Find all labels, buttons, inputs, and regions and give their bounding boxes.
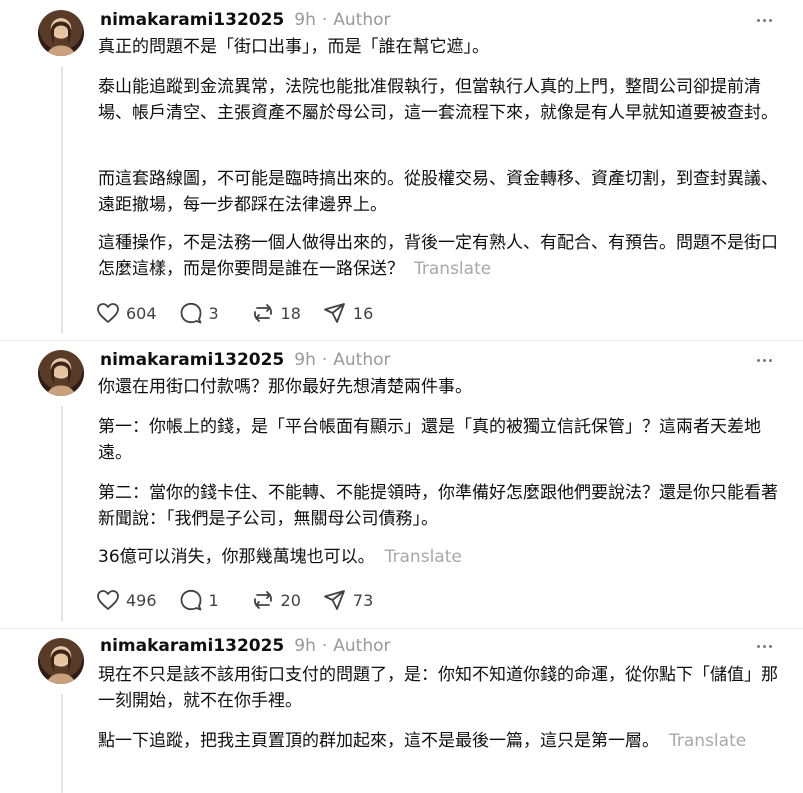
post-text-paragraph: 現在不只是該不該用街口支付的問題了，是：你知不知道你錢的命運，從你點下「儲值」那… xyxy=(98,665,778,711)
translate-link[interactable]: Translate xyxy=(414,259,491,279)
separator-dot: · xyxy=(321,10,328,30)
repost-button[interactable]: 18 xyxy=(251,302,301,324)
more-icon[interactable] xyxy=(752,350,776,370)
post-text-paragraph: 而這套路線圖，不可能是臨時搞出來的。從股權交易、資金轉移、資產切割，到查封異議、… xyxy=(98,169,778,215)
post-actions: 496 1 20 73 xyxy=(96,587,395,613)
reply-button[interactable]: 3 xyxy=(179,302,229,324)
repost-icon xyxy=(253,591,272,609)
post-text-paragraph: 泰山能追蹤到金流異常，法院也能批准假執行，但當執行人真的上門，整間公司卻提前清場… xyxy=(98,77,778,123)
thread-line xyxy=(61,66,63,334)
repost-button[interactable]: 20 xyxy=(251,589,301,611)
share-button[interactable]: 73 xyxy=(323,589,373,611)
heart-icon xyxy=(97,590,119,610)
translate-link[interactable]: Translate xyxy=(385,547,462,567)
reply-count: 1 xyxy=(208,590,219,610)
post-text: 點一下追蹤，把我主頁置頂的群加起來，這不是最後一篇，這只是第一層。 xyxy=(98,731,659,751)
repost-count: 20 xyxy=(280,590,301,610)
share-button[interactable]: 16 xyxy=(323,302,373,324)
repost-count: 18 xyxy=(280,303,301,323)
post-text-paragraph: 第一：你帳上的錢，是「平台帳面有顯示」還是「真的被獨立信託保管」？這兩者天差地遠… xyxy=(98,417,761,463)
avatar[interactable] xyxy=(38,638,84,684)
username[interactable]: nimakarami132025 xyxy=(100,10,284,30)
post-text-paragraph: 你還在用街口付款嗎？那你最好先想清楚兩件事。 xyxy=(98,377,472,397)
avatar[interactable] xyxy=(38,350,84,396)
thread-post: nimakarami132025 9h · Author 你還在用街口付款嗎？那… xyxy=(0,340,803,628)
separator-dot: · xyxy=(321,636,328,656)
repost-icon xyxy=(253,304,272,322)
reply-count: 3 xyxy=(208,303,219,323)
reply-button[interactable]: 1 xyxy=(179,589,229,611)
avatar[interactable] xyxy=(38,10,84,56)
more-icon[interactable] xyxy=(752,10,776,30)
post-time[interactable]: 9h xyxy=(294,636,316,656)
post-header: nimakarami132025 9h · Author xyxy=(100,634,391,658)
author-badge: Author xyxy=(333,10,391,30)
comment-icon xyxy=(180,302,201,324)
thread-line xyxy=(61,694,63,793)
share-count: 16 xyxy=(352,303,374,323)
like-button[interactable]: 496 xyxy=(96,589,157,611)
post-actions: 604 3 18 16 xyxy=(96,300,395,326)
post-text-paragraph: 點一下追蹤，把我主頁置頂的群加起來，這不是最後一篇，這只是第一層。 Transla… xyxy=(98,728,788,754)
separator-dot: · xyxy=(321,350,328,370)
post-text-paragraph: 第二：當你的錢卡住、不能轉、不能提領時，你準備好怎麼跟他們要說法？還是你只能看著… xyxy=(98,483,778,529)
post-header: nimakarami132025 9h · Author xyxy=(100,8,391,32)
comment-icon xyxy=(180,589,201,611)
share-count: 73 xyxy=(352,590,374,610)
post-time[interactable]: 9h xyxy=(294,10,316,30)
like-button[interactable]: 604 xyxy=(96,302,157,324)
more-icon[interactable] xyxy=(752,636,776,656)
post-text-paragraph: 這種操作，不是法務一個人做得出來的，背後一定有熟人、有配合、有預告。問題不是街口… xyxy=(98,230,788,282)
send-icon xyxy=(324,590,345,610)
thread-line xyxy=(61,406,63,622)
thread-post: nimakarami132025 9h · Author 現在不只是該不該用街口… xyxy=(0,628,803,793)
like-count: 496 xyxy=(126,590,157,610)
post-text-paragraph: 真正的問題不是「街口出事」，而是「誰在幫它遮」。 xyxy=(98,37,489,57)
username[interactable]: nimakarami132025 xyxy=(100,350,284,370)
post-time[interactable]: 9h xyxy=(294,350,316,370)
author-badge: Author xyxy=(333,350,391,370)
username[interactable]: nimakarami132025 xyxy=(100,636,284,656)
post-text-paragraph: 36億可以消失，你那幾萬塊也可以。 Translate xyxy=(98,544,788,570)
translate-link[interactable]: Translate xyxy=(669,731,746,751)
post-header: nimakarami132025 9h · Author xyxy=(100,348,391,372)
send-icon xyxy=(324,303,345,323)
author-badge: Author xyxy=(333,636,391,656)
thread-post: nimakarami132025 9h · Author 真正的問題不是「街口出… xyxy=(0,0,803,340)
heart-icon xyxy=(97,303,119,323)
like-count: 604 xyxy=(126,303,157,323)
post-text: 36億可以消失，你那幾萬塊也可以。 xyxy=(98,547,375,567)
